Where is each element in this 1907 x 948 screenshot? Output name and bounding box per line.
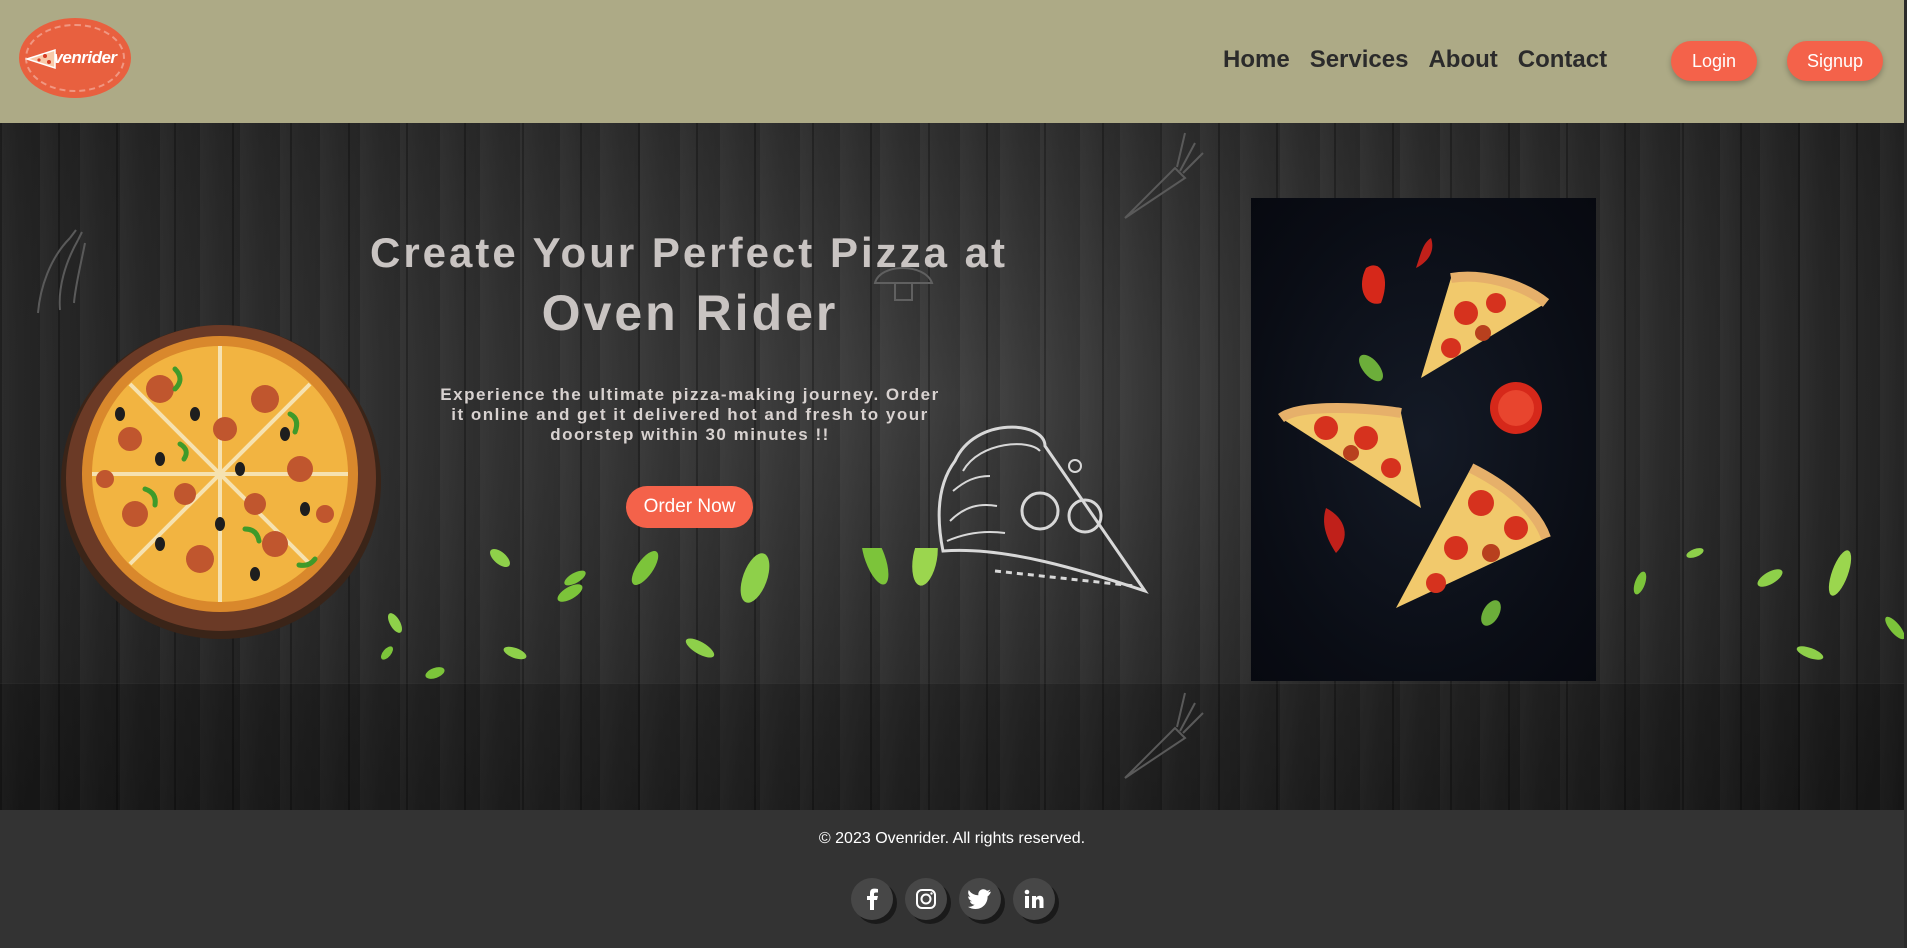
leaves-decoration (564, 548, 938, 658)
nav-services[interactable]: Services (1310, 46, 1409, 74)
order-now-button[interactable]: Order Now (626, 486, 753, 528)
twitter-icon[interactable] (959, 878, 1001, 920)
nav-about[interactable]: About (1428, 46, 1497, 74)
login-button[interactable]: Login (1671, 41, 1757, 81)
main-nav: Home Services About Contact (1223, 46, 1607, 74)
hero-headline-line1: Create Your Perfect Pizza at (370, 229, 1008, 276)
hero-lower-band (0, 683, 1904, 810)
pepper-sketch-icon (37, 229, 86, 314)
carrot-sketch-icon-2 (1124, 692, 1204, 779)
hero-tagline: Experience the ultimate pizza-making jou… (440, 385, 940, 444)
instagram-icon[interactable] (905, 878, 947, 920)
whole-pizza-image (61, 325, 381, 639)
hero-headline-line2: Oven Rider (541, 285, 839, 341)
facebook-icon[interactable] (851, 878, 893, 920)
signup-button[interactable]: Signup (1787, 41, 1883, 81)
logo[interactable]: venrider (19, 18, 131, 98)
site-header: venrider Home Services About Contact Log… (0, 0, 1904, 123)
site-footer: © 2023 Ovenrider. All rights reserved. (0, 810, 1904, 948)
nav-home[interactable]: Home (1223, 46, 1290, 74)
flying-pizza-photo (1251, 198, 1596, 681)
leaves-decoration-2 (381, 549, 583, 679)
leaves-decoration-3 (1633, 548, 1904, 660)
linkedin-icon[interactable] (1013, 878, 1055, 920)
logo-text: venrider (53, 48, 117, 67)
pizza-slices-image (1278, 238, 1551, 626)
nav-contact[interactable]: Contact (1518, 46, 1607, 74)
social-links (851, 878, 1055, 920)
carrot-sketch-icon (1124, 132, 1204, 219)
hero-section: Create Your Perfect Pizza at Oven Rider … (0, 123, 1904, 810)
copyright-text: © 2023 Ovenrider. All rights reserved. (818, 830, 1086, 847)
